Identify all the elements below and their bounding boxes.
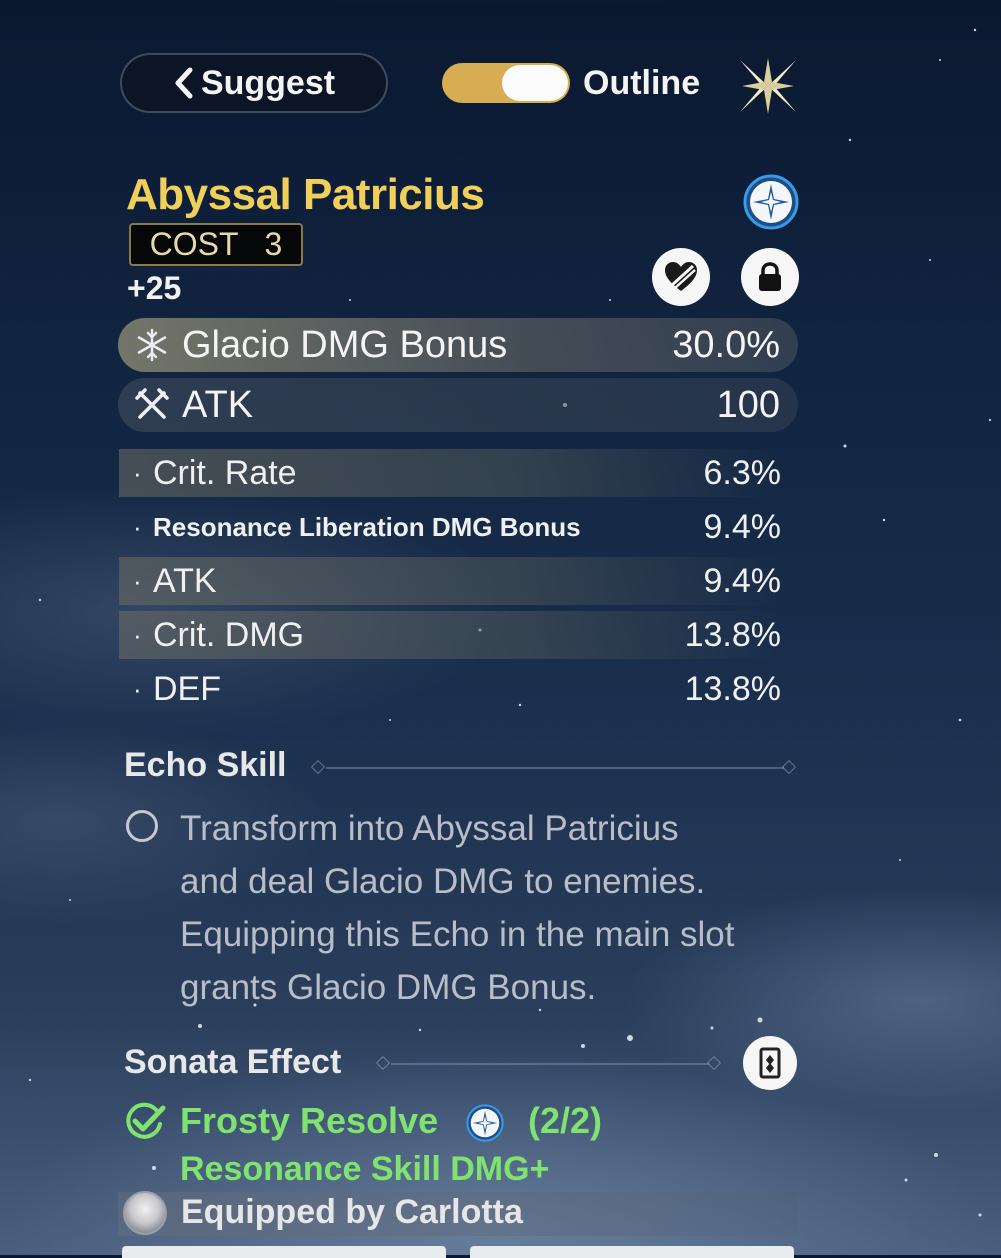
sonata-set-name: Frosty Resolve bbox=[180, 1100, 439, 1141]
suggest-label: Suggest bbox=[200, 63, 336, 102]
lock-button[interactable] bbox=[741, 248, 799, 306]
sub-stat-row: · Crit. Rate 6.3% bbox=[119, 449, 781, 497]
check-circle-icon bbox=[126, 1102, 166, 1139]
skill-line: and deal Glacio DMG to enemies. bbox=[180, 862, 706, 901]
sub-stat-value: 13.8% bbox=[684, 669, 781, 708]
bullet-dot: · bbox=[133, 457, 142, 488]
toggle-knob bbox=[502, 65, 568, 101]
crossed-swords-icon bbox=[135, 388, 169, 419]
sub-stat-name: ATK bbox=[153, 561, 217, 600]
bottom-action-button[interactable] bbox=[122, 1246, 446, 1258]
sub-stat-name: Crit. DMG bbox=[153, 615, 305, 654]
cost-label: COST bbox=[149, 226, 239, 262]
sub-stat-value: 9.4% bbox=[703, 561, 782, 600]
echo-name: Abyssal Patricius bbox=[126, 170, 485, 219]
sonata-effect-text: Resonance Skill DMG+ bbox=[180, 1150, 550, 1188]
bullet-dot: · bbox=[133, 511, 142, 542]
outline-toggle[interactable] bbox=[442, 63, 570, 103]
chevron-left-icon bbox=[175, 67, 193, 99]
main-stat-name: Glacio DMG Bonus bbox=[182, 323, 508, 366]
main-stat-row: Glacio DMG Bonus 30.0% bbox=[118, 318, 798, 372]
sub-stat-row: · Resonance Liberation DMG Bonus 9.4% bbox=[119, 503, 781, 551]
sub-stat-row: · DEF 13.8% bbox=[119, 665, 781, 713]
main-stat-row: ATK 100 bbox=[118, 378, 798, 432]
lock-icon bbox=[759, 262, 781, 291]
equipped-by-text: Equipped by Carlotta bbox=[181, 1193, 523, 1231]
sub-stat-value: 6.3% bbox=[703, 453, 782, 492]
bullet-dot: · bbox=[133, 673, 142, 704]
glacio-element-icon bbox=[743, 174, 799, 230]
main-stat-name: ATK bbox=[182, 383, 254, 426]
bullet-dot: · bbox=[133, 565, 142, 596]
bottom-action-button[interactable] bbox=[470, 1246, 794, 1258]
sonata-effect-title: Sonata Effect bbox=[124, 1043, 342, 1081]
section-divider bbox=[326, 767, 784, 769]
cost-badge: COST 3 bbox=[129, 223, 303, 266]
sub-stat-name: Resonance Liberation DMG Bonus bbox=[153, 511, 581, 542]
sub-stat-row: · Crit. DMG 13.8% bbox=[119, 611, 781, 659]
divider-diamond-icon bbox=[310, 759, 326, 775]
sub-stat-value: 9.4% bbox=[703, 507, 782, 546]
suggest-button[interactable]: Suggest bbox=[120, 53, 388, 113]
sonata-info-button[interactable] bbox=[743, 1036, 797, 1090]
skill-line: Equipping this Echo in the main slot bbox=[180, 915, 735, 954]
avatar bbox=[123, 1191, 167, 1235]
snowflake-icon bbox=[137, 328, 167, 362]
four-point-star-icon[interactable] bbox=[734, 52, 802, 120]
sub-stat-name: DEF bbox=[153, 669, 221, 708]
outline-label: Outline bbox=[583, 64, 701, 102]
divider-diamond-icon bbox=[781, 759, 797, 775]
skill-line: Transform into Abyssal Patricius bbox=[180, 809, 679, 848]
glacio-element-icon bbox=[466, 1104, 504, 1142]
discard-toggle-button[interactable] bbox=[652, 248, 710, 306]
sub-stat-value: 13.8% bbox=[684, 615, 781, 654]
sonata-piece-count: (2/2) bbox=[528, 1100, 603, 1141]
section-divider bbox=[391, 1063, 709, 1065]
sub-stat-name: Crit. Rate bbox=[153, 453, 297, 492]
echo-level: +25 bbox=[127, 270, 182, 306]
echo-skill-description: Transform into Abyssal Patricius and dea… bbox=[180, 802, 810, 1014]
main-stat-value: 100 bbox=[716, 383, 780, 426]
cost-value: 3 bbox=[264, 226, 283, 262]
divider-diamond-icon bbox=[375, 1055, 391, 1071]
skill-bullet-circle-icon bbox=[126, 810, 158, 842]
sonata-card-icon bbox=[759, 1047, 781, 1079]
echo-skill-title: Echo Skill bbox=[124, 746, 287, 784]
bullet-dot: · bbox=[133, 619, 142, 650]
sub-stat-row: · ATK 9.4% bbox=[119, 557, 781, 605]
divider-diamond-icon bbox=[706, 1055, 722, 1071]
skill-line: grants Glacio DMG Bonus. bbox=[180, 968, 597, 1007]
heart-slash-icon bbox=[665, 262, 697, 291]
main-stat-value: 30.0% bbox=[672, 323, 780, 366]
